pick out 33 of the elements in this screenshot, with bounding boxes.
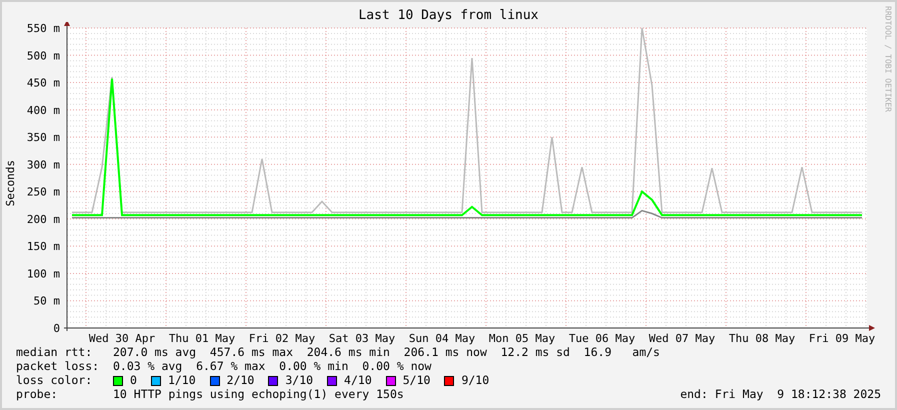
y-tick-label: 400 m [26, 104, 60, 117]
y-tick-label: 0 [53, 322, 60, 335]
y-tick-label: 550 m [26, 22, 60, 35]
legend-label: packet loss: [16, 358, 100, 375]
x-tick-label: Fri 09 May [808, 332, 876, 345]
x-tick-label: Thu 08 May [728, 332, 796, 345]
y-tick-label: 250 m [26, 186, 60, 199]
x-tick-label: Sat 03 May [328, 332, 396, 345]
y-tick-label: 100 m [26, 267, 60, 280]
chart-title: Last 10 Days from linux [358, 9, 538, 22]
x-tick-label: Wed 07 May [648, 332, 716, 345]
x-tick-label: Wed 30 Apr [88, 332, 156, 345]
y-tick-label: 200 m [26, 212, 60, 226]
credit-text: RRDTOOL / TOBI OETIKER [884, 6, 892, 114]
loss-level-label: 9/10 [461, 372, 490, 390]
y-axis-title: Seconds [2, 160, 18, 207]
legend-label: probe: [16, 386, 59, 404]
x-tick-label: Sun 04 May [408, 332, 476, 345]
x-tick-label: Mon 05 May [488, 332, 556, 345]
y-tick-label: 150 m [26, 240, 60, 254]
legend-label: median rtt: [16, 344, 94, 361]
loss-level-label: 1/10 [168, 372, 196, 389]
y-tick-label: 500 m [26, 49, 60, 62]
y-tick-label: 350 m [26, 131, 60, 144]
y-tick-label: 300 m [26, 158, 60, 172]
y-tick-label: 50 m [34, 294, 60, 308]
legend-label: loss color: [16, 372, 94, 389]
x-tick-label: Tue 06 May [568, 332, 636, 345]
x-tick-label: Fri 02 May [248, 332, 316, 345]
y-tick-label: 450 m [26, 76, 60, 90]
x-tick-label: Thu 01 May [168, 332, 236, 345]
legend-values: 207.0 ms avg 457.6 ms max 204.6 ms min 206.1 ms now 12.2 ms sd 16.9 am/s [113, 344, 660, 361]
end-time: end: Fri May 9 18:12:38 2025 [680, 386, 881, 404]
